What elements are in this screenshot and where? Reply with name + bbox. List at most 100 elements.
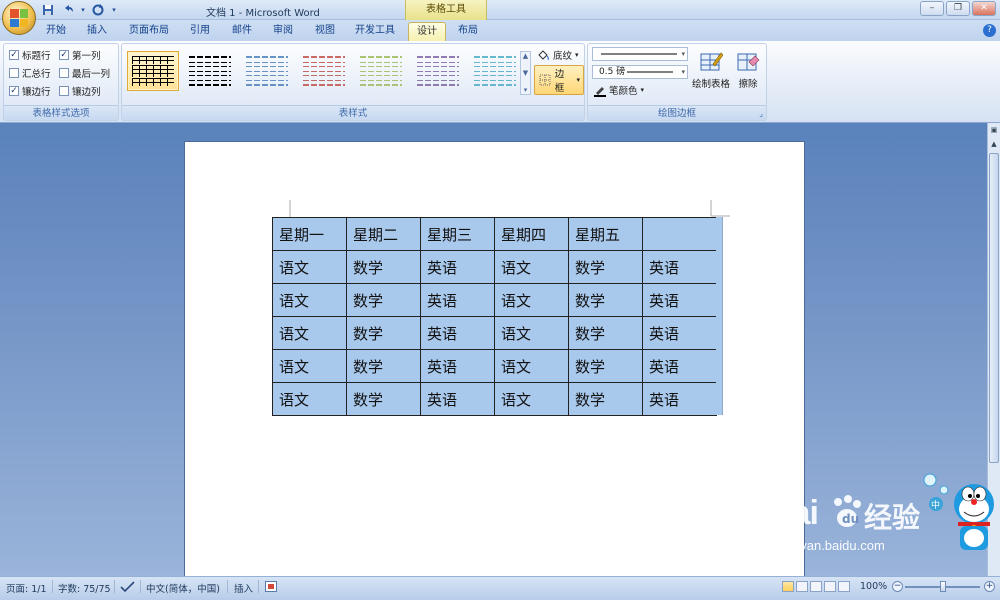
tab-references[interactable]: 引用	[184, 22, 216, 41]
table-cell[interactable]: 星期三	[420, 217, 495, 251]
table-style-option[interactable]	[355, 51, 407, 91]
page-count[interactable]: 页面: 1/1	[6, 581, 47, 595]
table-cell[interactable]: 星期四	[494, 217, 569, 251]
table-cell[interactable]: 数学	[346, 382, 421, 416]
table-cell[interactable]: 英语	[420, 250, 495, 284]
scroll-up-icon[interactable]: ▲	[989, 139, 999, 150]
print-layout-view-icon[interactable]	[782, 581, 794, 592]
restore-button[interactable]: ❐	[946, 1, 970, 16]
table-cell[interactable]: 英语	[420, 283, 495, 317]
table-cell[interactable]: 语文	[272, 382, 347, 416]
table-cell[interactable]: 数学	[346, 283, 421, 317]
table-style-option[interactable]	[469, 51, 521, 91]
eraser-button[interactable]: 擦除	[726, 50, 770, 90]
table-cell[interactable]: 数学	[346, 316, 421, 350]
tab-mailings[interactable]: 邮件	[226, 22, 258, 41]
scroll-down-icon[interactable]: ▼	[523, 69, 528, 77]
borders-button[interactable]: 边框 ▾	[534, 65, 584, 95]
line-weight-dropdown[interactable]: 0.5 磅 ▾	[592, 65, 688, 79]
full-screen-view-icon[interactable]	[796, 581, 808, 592]
tab-layout[interactable]: 布局	[452, 22, 484, 41]
table-cell[interactable]: 英语	[420, 316, 495, 350]
table-cell[interactable]: 数学	[568, 283, 643, 317]
schedule-table[interactable]: 星期一 星期二 星期三 星期四 星期五 语文 数学 英语 语文 数学 英语 语文 数学 英语 语文 数学 英语语…	[272, 217, 717, 416]
last-column-checkbox[interactable]: 最后一列	[59, 66, 110, 80]
ruler-toggle-icon[interactable]: ▣	[989, 125, 999, 136]
table-cell[interactable]: 星期五	[568, 217, 643, 251]
table-cell[interactable]: 英语	[642, 349, 717, 383]
zoom-slider-thumb[interactable]	[940, 581, 946, 592]
table-style-option[interactable]	[298, 51, 350, 91]
dropdown-arrow-icon[interactable]: ▾	[80, 2, 86, 17]
more-icon[interactable]: ▾	[524, 86, 528, 94]
table-style-option[interactable]	[127, 51, 179, 91]
tab-insert[interactable]: 插入	[80, 22, 114, 41]
table-cell[interactable]: 语文	[272, 349, 347, 383]
table-cell[interactable]: 数学	[568, 250, 643, 284]
close-button[interactable]: ✕	[972, 1, 996, 16]
total-row-checkbox[interactable]: 汇总行	[9, 66, 51, 80]
table-cell[interactable]: 英语	[642, 283, 717, 317]
help-icon[interactable]: ?	[983, 24, 996, 37]
zoom-out-icon[interactable]: −	[892, 581, 903, 592]
tab-review[interactable]: 审阅	[267, 22, 299, 41]
draft-view-icon[interactable]	[838, 581, 850, 592]
table-cell[interactable]: 语文	[272, 316, 347, 350]
language-indicator[interactable]: 中文(简体，中国)	[146, 581, 220, 595]
table-cell[interactable]: 英语	[642, 250, 717, 284]
table-cell[interactable]: 星期二	[346, 217, 421, 251]
undo-icon[interactable]	[60, 2, 76, 17]
table-style-option[interactable]	[241, 51, 293, 91]
banded-columns-checkbox[interactable]: 镶边列	[59, 84, 101, 98]
dialog-launcher-icon[interactable]: ⌟	[759, 109, 763, 118]
table-cell[interactable]: 数学	[568, 316, 643, 350]
save-icon[interactable]	[40, 2, 56, 17]
table-cell[interactable]: 语文	[494, 382, 569, 416]
table-style-option[interactable]	[412, 51, 464, 91]
line-style-dropdown[interactable]: ▾	[592, 47, 688, 61]
tab-home[interactable]: 开始	[40, 22, 72, 41]
minimize-button[interactable]: –	[920, 1, 944, 16]
table-cell[interactable]: 英语	[642, 382, 717, 416]
table-cell[interactable]: 语文	[494, 349, 569, 383]
web-layout-view-icon[interactable]	[810, 581, 822, 592]
table-cell[interactable]: 数学	[568, 382, 643, 416]
table-cell[interactable]: 星期一	[272, 217, 347, 251]
style-preview-line	[474, 66, 516, 67]
tab-design[interactable]: 设计	[408, 22, 446, 41]
outline-view-icon[interactable]	[824, 581, 836, 592]
first-column-checkbox[interactable]: ✓ 第一列	[59, 48, 101, 62]
tab-view[interactable]: 视图	[309, 22, 341, 41]
proofing-icon[interactable]	[120, 581, 136, 596]
table-style-option[interactable]	[184, 51, 236, 91]
banded-rows-checkbox[interactable]: ✓ 镶边行	[9, 84, 51, 98]
table-cell[interactable]: 数学	[568, 349, 643, 383]
table-cell[interactable]: 语文	[494, 316, 569, 350]
table-cell[interactable]: 数学	[346, 349, 421, 383]
table-cell[interactable]	[642, 217, 717, 251]
customize-qat-icon[interactable]: ▾	[110, 2, 118, 17]
table-cell[interactable]: 语文	[494, 250, 569, 284]
table-cell[interactable]: 语文	[272, 283, 347, 317]
table-cell[interactable]: 英语	[420, 382, 495, 416]
header-row-checkbox[interactable]: ✓ 标题行	[9, 48, 51, 62]
shading-button[interactable]: 底纹 ▾	[536, 48, 579, 62]
table-cell[interactable]: 数学	[346, 250, 421, 284]
scroll-up-icon[interactable]: ▲	[523, 52, 528, 60]
word-count[interactable]: 字数: 75/75	[58, 581, 111, 595]
gallery-scroll[interactable]: ▲ ▼ ▾	[520, 51, 531, 95]
table-cell[interactable]: 语文	[494, 283, 569, 317]
tab-page-layout[interactable]: 页面布局	[124, 22, 174, 41]
insert-mode[interactable]: 插入	[234, 581, 253, 595]
zoom-in-icon[interactable]: +	[984, 581, 995, 592]
pen-color-button[interactable]: 笔颜色 ▾	[592, 83, 644, 97]
table-cell[interactable]: 英语	[642, 316, 717, 350]
redo-icon[interactable]	[90, 2, 106, 17]
macro-record-icon[interactable]	[265, 581, 277, 595]
tab-developer[interactable]: 开发工具	[350, 22, 400, 41]
scroll-thumb[interactable]	[989, 153, 999, 463]
office-button[interactable]	[2, 1, 36, 35]
table-cell[interactable]: 语文	[272, 250, 347, 284]
zoom-level[interactable]: 100%	[860, 581, 887, 592]
table-cell[interactable]: 英语	[420, 349, 495, 383]
